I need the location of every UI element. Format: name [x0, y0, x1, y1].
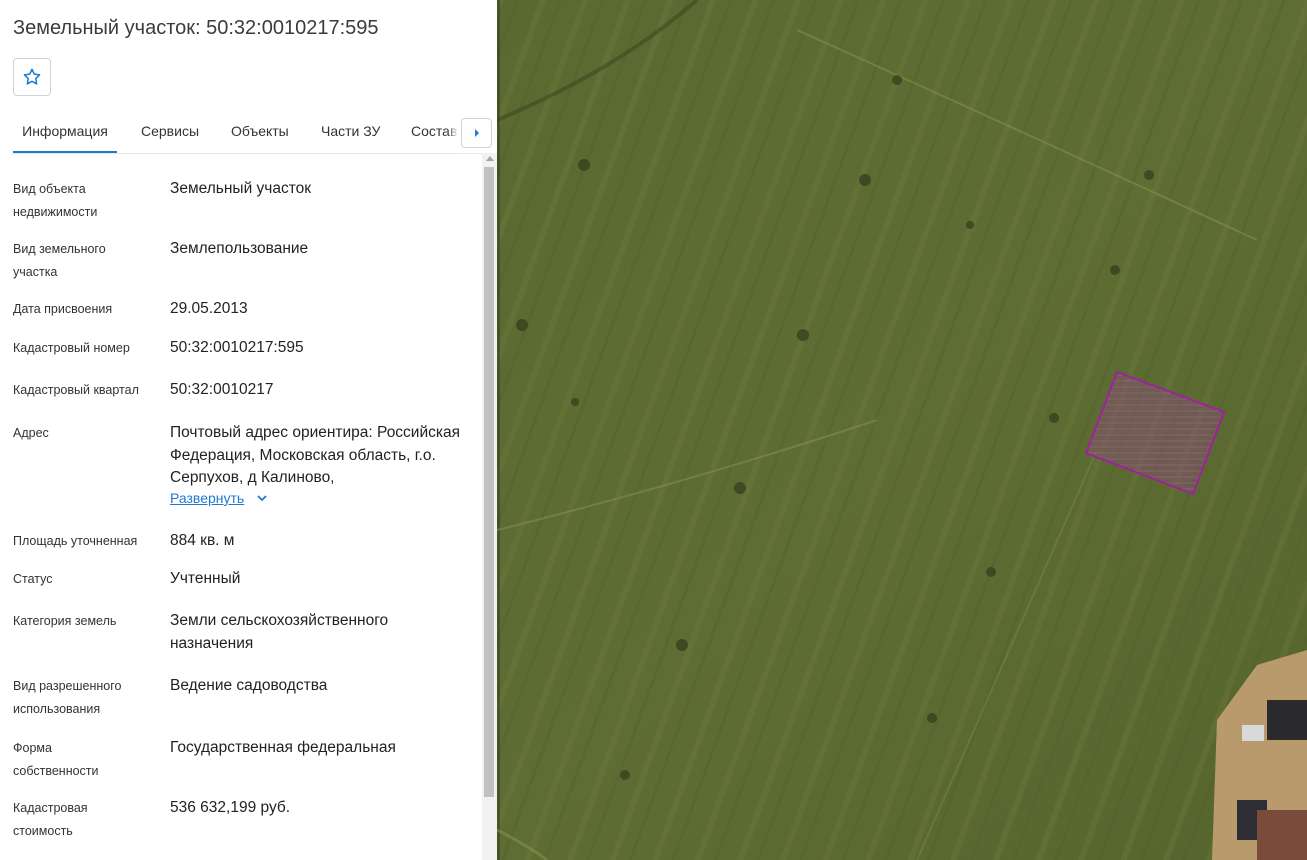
tab-composition[interactable]: Состав	[411, 112, 457, 151]
tab-objects[interactable]: Объекты	[231, 112, 289, 151]
info-content: Вид объекта недвижимости Земельный участ…	[13, 153, 478, 860]
field-value: Государственная федеральная	[170, 739, 396, 756]
chevron-down-icon[interactable]	[256, 492, 268, 504]
field-value: Ведение садоводства	[170, 677, 328, 694]
info-panel: Земельный участок: 50:32:0010217:595 Инф…	[0, 0, 497, 860]
page-title: Земельный участок: 50:32:0010217:595	[13, 17, 379, 39]
scrollbar-thumb[interactable]	[484, 167, 494, 797]
field-label: Вид земельного участка	[13, 242, 106, 279]
field-value: Учтенный	[170, 570, 241, 587]
tab-parts[interactable]: Части ЗУ	[321, 112, 380, 151]
caret-right-icon	[474, 129, 479, 137]
field-label: Кадастровый квартал	[13, 383, 139, 397]
field-label: Площадь уточненная	[13, 534, 138, 548]
field-value: Землепользование	[170, 240, 309, 257]
field-label: Кадастровая стоимость	[13, 801, 88, 838]
field-label: Кадастровый номер	[13, 341, 130, 355]
field-label: Дата присвоения	[13, 302, 113, 316]
tab-services[interactable]: Сервисы	[141, 112, 199, 151]
favorite-button[interactable]	[13, 58, 51, 96]
tab-information[interactable]: Информация	[13, 112, 117, 153]
field-value: 29.05.2013	[170, 300, 248, 317]
tab-bar: Информация Сервисы Объекты Части ЗУ Сост…	[13, 112, 497, 154]
tabs-scroll-right-button[interactable]	[461, 118, 492, 148]
field-label: Вид объекта недвижимости	[13, 182, 98, 219]
expand-address-link[interactable]: Развернуть	[170, 490, 244, 506]
field-value: 50:32:0010217	[170, 381, 274, 398]
field-label: Статус	[13, 572, 53, 586]
field-label: Адрес	[13, 426, 49, 440]
satellite-map[interactable]	[497, 0, 1307, 860]
scroll-up-arrow-icon[interactable]	[486, 156, 494, 161]
field-value: 884 кв. м	[170, 532, 235, 549]
map-canvas[interactable]	[497, 0, 1307, 860]
field-value: Земельный участок	[170, 180, 312, 197]
address-value: Почтовый адрес ориентира: Российская Фед…	[170, 424, 461, 486]
field-value: 536 632,199 руб.	[170, 799, 291, 816]
field-label: Вид разрешенного использования	[13, 679, 122, 716]
field-value: Земли сельскохозяйственного назначения	[170, 612, 389, 652]
field-value: 50:32:0010217:595	[170, 339, 304, 356]
field-label: Категория земель	[13, 614, 117, 628]
star-outline-icon	[23, 68, 41, 85]
field-label: Форма собственности	[13, 741, 99, 778]
panel-scrollbar[interactable]	[482, 153, 497, 860]
